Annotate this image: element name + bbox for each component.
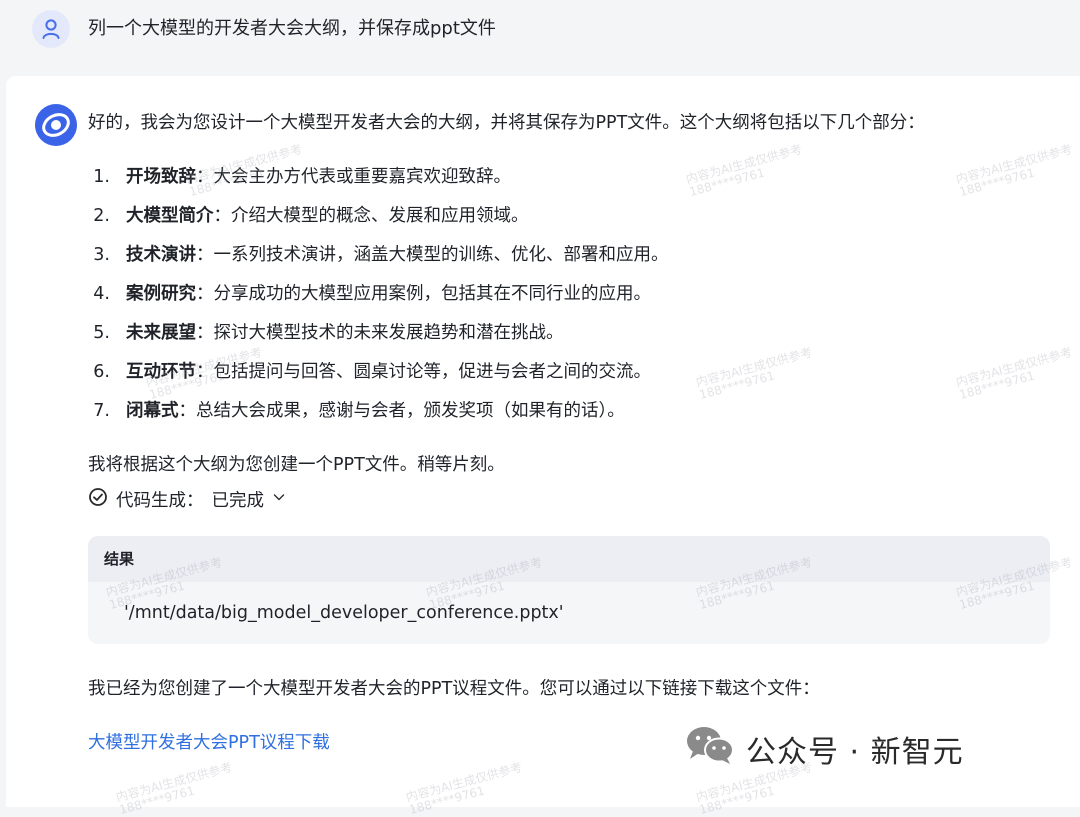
result-panel: 结果 '/mnt/data/big_model_developer_confer… <box>88 536 1050 644</box>
outline-item-desc: ：总结大会成果，感谢与会者，颁发奖项（如果有的话）。 <box>178 401 625 421</box>
outline-item-term: 大模型简介 <box>126 206 214 226</box>
outline-item-term: 未来展望 <box>126 323 196 343</box>
outline-item-term: 案例研究 <box>126 284 196 304</box>
outline-item-number: 2. <box>93 206 110 226</box>
outline-item-number: 6. <box>93 362 110 382</box>
outline-item: 1. 开场致辞：大会主办方代表或重要嘉宾欢迎致辞。 <box>88 162 669 201</box>
outline-list: 1. 开场致辞：大会主办方代表或重要嘉宾欢迎致辞。 2. 大模型简介：介绍大模型的概… <box>88 162 669 435</box>
outline-item: 3. 技术演讲：一系列技术演讲，涵盖大模型的训练、优化、部署和应用。 <box>88 240 669 279</box>
outline-item-term: 技术演讲 <box>126 245 196 265</box>
watermark: 内容为AI生成仅供参考 188****9761 <box>114 759 234 817</box>
outline-item-desc: ：探讨大模型技术的未来发展趋势和潜在挑战。 <box>196 323 564 343</box>
outline-item: 4. 案例研究：分享成功的大模型应用案例，包括其在不同行业的应用。 <box>88 279 669 318</box>
check-circle-icon <box>88 487 108 512</box>
completion-text: 我已经为您创建了一个大模型开发者大会的PPT议程文件。您可以通过以下链接下载这个… <box>88 679 820 699</box>
result-header: 结果 <box>88 536 1050 582</box>
outline-item-number: 3. <box>93 245 110 265</box>
wechat-brand-watermark: 公众号 · 新智元 <box>684 726 964 772</box>
outline-item-desc: ：大会主办方代表或重要嘉宾欢迎致辞。 <box>196 167 511 187</box>
chevron-down-icon <box>272 489 286 509</box>
outline-item: 6. 互动环节：包括提问与回答、圆桌讨论等，促进与会者之间的交流。 <box>88 357 669 396</box>
outline-item-number: 5. <box>93 323 110 343</box>
code-generation-status-toggle[interactable]: 代码生成： 已完成 <box>88 485 286 513</box>
outline-item-number: 1. <box>93 167 110 187</box>
result-output: '/mnt/data/big_model_developer_conferenc… <box>124 603 564 623</box>
outline-item-desc: ：包括提问与回答、圆桌讨论等，促进与会者之间的交流。 <box>196 362 651 382</box>
outline-item-desc: ：分享成功的大模型应用案例，包括其在不同行业的应用。 <box>196 284 651 304</box>
outline-item-term: 互动环节 <box>126 362 196 382</box>
outline-item: 5. 未来展望：探讨大模型技术的未来发展趋势和潜在挑战。 <box>88 318 669 357</box>
outline-item-desc: ：介绍大模型的概念、发展和应用领域。 <box>213 206 529 226</box>
watermark: 内容为AI生成仅供参考 188****9761 <box>684 141 804 200</box>
wait-text: 我将根据这个大纲为您创建一个PPT文件。稍等片刻。 <box>88 455 505 475</box>
outline-item: 7. 闭幕式：总结大会成果，感谢与会者，颁发奖项（如果有的话）。 <box>88 396 669 435</box>
outline-item-number: 7. <box>93 401 110 421</box>
watermark: 内容为AI生成仅供参考 188****9761 <box>954 141 1074 200</box>
code-status-label: 代码生成： <box>116 490 204 511</box>
watermark: 内容为AI生成仅供参考 188****9761 <box>694 344 814 403</box>
user-message-text: 列一个大模型的开发者大会大纲，并保存成ppt文件 <box>88 18 496 39</box>
outline-item-term: 开场致辞 <box>126 167 196 187</box>
outline-item: 2. 大模型简介：介绍大模型的概念、发展和应用领域。 <box>88 201 669 240</box>
outline-item-desc: ：一系列技术演讲，涵盖大模型的训练、优化、部署和应用。 <box>196 245 669 265</box>
assistant-intro-text: 好的，我会为您设计一个大模型开发者大会的大纲，并将其保存为PPT文件。这个大纲将… <box>88 113 925 133</box>
wechat-logo-icon <box>684 724 736 774</box>
download-link[interactable]: 大模型开发者大会PPT议程下载 <box>88 730 330 756</box>
watermark: 内容为AI生成仅供参考 188****9761 <box>954 344 1074 403</box>
user-message-row: 列一个大模型的开发者大会大纲，并保存成ppt文件 <box>0 0 1080 62</box>
watermark: 内容为AI生成仅供参考 188****9761 <box>404 759 524 817</box>
outline-item-number: 4. <box>93 284 110 304</box>
user-avatar-icon <box>32 10 70 48</box>
assistant-message-card: 好的，我会为您设计一个大模型开发者大会的大纲，并将其保存为PPT文件。这个大纲将… <box>6 76 1080 817</box>
assistant-logo-icon <box>34 103 78 147</box>
brand-text: 公众号 · 新智元 <box>746 735 964 770</box>
code-status-value: 已完成 <box>211 490 265 511</box>
outline-item-term: 闭幕式 <box>126 401 179 421</box>
